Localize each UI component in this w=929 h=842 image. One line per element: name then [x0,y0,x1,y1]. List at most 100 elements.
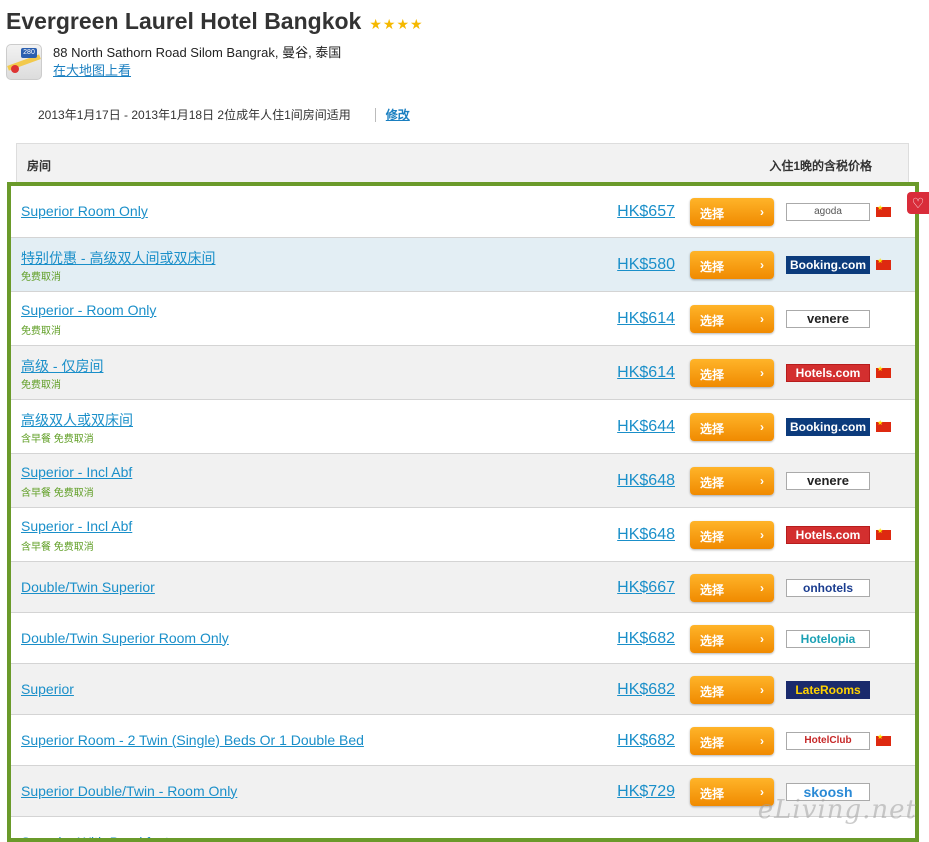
room-name-link[interactable]: 高级 - 仅房间 [21,356,103,376]
provider-logo[interactable]: venere [786,472,870,490]
hotel-name: Evergreen Laurel Hotel Bangkok [6,8,361,35]
room-row: Double/Twin Superior HK$667 选择 › onhotels [11,562,915,613]
provider-logo[interactable]: Booking.com [786,418,870,436]
view-large-map-link[interactable]: 在大地图上看 [53,62,341,80]
watermark: eLiving.net [758,795,917,825]
chevron-right-icon: › [760,474,764,488]
select-button[interactable]: 选择 › [690,198,774,226]
map-icon[interactable]: 280 [6,44,42,80]
room-name-link[interactable]: Superior Room Only [21,203,148,219]
china-flag-icon [876,530,891,540]
select-button[interactable]: 选择 › [690,467,774,495]
room-benefits: 免费取消 [21,268,61,283]
select-button-label: 选择 [700,422,724,436]
chevron-right-icon: › [760,632,764,646]
select-button-label: 选择 [700,736,724,750]
room-row: Superior Room - 2 Twin (Single) Beds Or … [11,715,915,766]
chevron-right-icon: › [760,420,764,434]
provider-logo[interactable]: Booking.com [786,256,870,274]
divider [375,108,376,122]
provider-logo[interactable]: Hotels.com [786,526,870,544]
select-button[interactable]: 选择 › [690,625,774,653]
select-button[interactable]: 选择 › [690,413,774,441]
select-button[interactable]: 选择› [690,676,774,704]
room-price-link[interactable]: HK$614 [617,364,675,382]
room-row: 特别优惠 - 高级双人间或双床间免费取消 HK$580 选择› Booking.com [11,238,915,292]
provider-logo[interactable]: onhotels [786,579,870,597]
room-price-link[interactable]: HK$648 [617,526,675,544]
select-button-label: 选择 [700,368,724,382]
room-column-header: 房间 [27,157,51,174]
room-name-link[interactable]: 高级双人或双床间 [21,410,133,430]
chevron-right-icon: › [760,366,764,380]
room-price-link[interactable]: HK$644 [617,418,675,436]
select-button[interactable]: 选择 › [690,574,774,602]
select-button-label: 选择 [700,530,724,544]
room-name-link[interactable]: Superior With Breakfast [21,834,169,842]
provider-logo[interactable]: Hotels.com [786,364,870,382]
select-button[interactable]: 选择› [690,251,774,279]
provider-logo[interactable]: HotelClub [786,732,870,750]
select-button[interactable]: 选择› [690,521,774,549]
hotel-address: 88 North Sathorn Road Silom Bangrak, 曼谷,… [53,45,341,60]
room-price-link[interactable]: HK$614 [617,310,675,328]
room-row: Superior - Incl Abf含早餐 免费取消HK$648选择›Hote… [11,508,915,562]
star-rating: ★★★★ [369,16,423,33]
select-button-label: 选择 [700,207,724,221]
stay-dates: 2013年1月17日 - 2013年1月18日 2位成年人住1间房间适用 修改 [38,106,410,123]
room-price-link[interactable]: HK$682 [617,732,675,750]
select-button[interactable]: 选择 › [690,727,774,755]
favorite-heart-icon[interactable]: ♡ [907,192,929,214]
room-name-link[interactable]: Superior - Incl Abf [21,464,132,480]
room-price-link[interactable]: HK$682 [617,681,675,699]
china-flag-icon [876,207,891,217]
chevron-right-icon: › [760,205,764,219]
address-block: 280 88 North Sathorn Road Silom Bangrak,… [6,44,341,80]
room-benefits: 含早餐 免费取消 [21,484,94,499]
select-button-label: 选择 [700,314,724,328]
stay-dates-text: 2013年1月17日 - 2013年1月18日 2位成年人住1间房间适用 [38,106,351,123]
room-price-link[interactable]: HK$682 [617,630,675,648]
room-name-link[interactable]: Double/Twin Superior [21,579,155,595]
room-name-link[interactable]: Superior Double/Twin - Room Only [21,783,237,799]
select-button[interactable]: 选择 › [690,359,774,387]
room-price-link[interactable]: HK$580 [617,256,675,274]
select-button-label: 选择 [700,583,724,597]
room-name-link[interactable]: 特别优惠 - 高级双人间或双床间 [21,248,215,268]
room-row: Double/Twin Superior Room Only HK$682 选择 › H… [11,613,915,664]
select-button-label: 选择 [700,787,724,801]
select-button-label: 选择 [700,685,724,699]
room-name-link[interactable]: Superior - Incl Abf [21,518,132,534]
room-list: Superior Room OnlyHK$657选择›agoda特别优惠 - 高… [7,182,919,842]
room-row: 高级双人或双床间含早餐 免费取消 HK$644 选择 › Booking.com [11,400,915,454]
chevron-right-icon: › [760,734,764,748]
room-benefits: 含早餐 免费取消 [21,430,94,445]
room-price-link[interactable]: HK$729 [617,783,675,801]
select-button[interactable]: 选择 › [690,305,774,333]
hotel-title-row: Evergreen Laurel Hotel Bangkok ★★★★ [6,8,424,35]
room-row: Superior Room Only HK$657 选择 › agoda [11,186,915,238]
room-name-link[interactable]: Superior Room - 2 Twin (Single) Beds Or … [21,732,364,748]
room-name-link[interactable]: Double/Twin Superior Room Only [21,630,229,646]
provider-logo[interactable]: Hotelopia [786,630,870,648]
chevron-right-icon: › [760,581,764,595]
provider-logo[interactable]: LateRooms [786,681,870,699]
select-button-label: 选择 [700,476,724,490]
china-flag-icon [876,736,891,746]
modify-link[interactable]: 修改 [386,106,410,123]
room-price-link[interactable]: HK$667 [617,579,675,597]
china-flag-icon [876,260,891,270]
provider-logo[interactable]: agoda [786,203,870,221]
room-row: Superior HK$682 选择› LateRooms [11,664,915,715]
room-name-link[interactable]: Superior - Room Only [21,302,156,318]
room-name-link[interactable]: Superior [21,681,74,697]
results-header: 房间 入住1晚的含税价格 [16,143,909,183]
china-flag-icon [876,368,891,378]
chevron-right-icon: › [760,312,764,326]
select-button-label: 选择 [700,634,724,648]
room-price-link[interactable]: HK$657 [617,203,675,221]
room-row: Superior - Room Only免费取消HK$614选择›venere [11,292,915,346]
room-benefits: 免费取消 [21,376,61,391]
room-price-link[interactable]: HK$648 [617,472,675,490]
provider-logo[interactable]: venere [786,310,870,328]
